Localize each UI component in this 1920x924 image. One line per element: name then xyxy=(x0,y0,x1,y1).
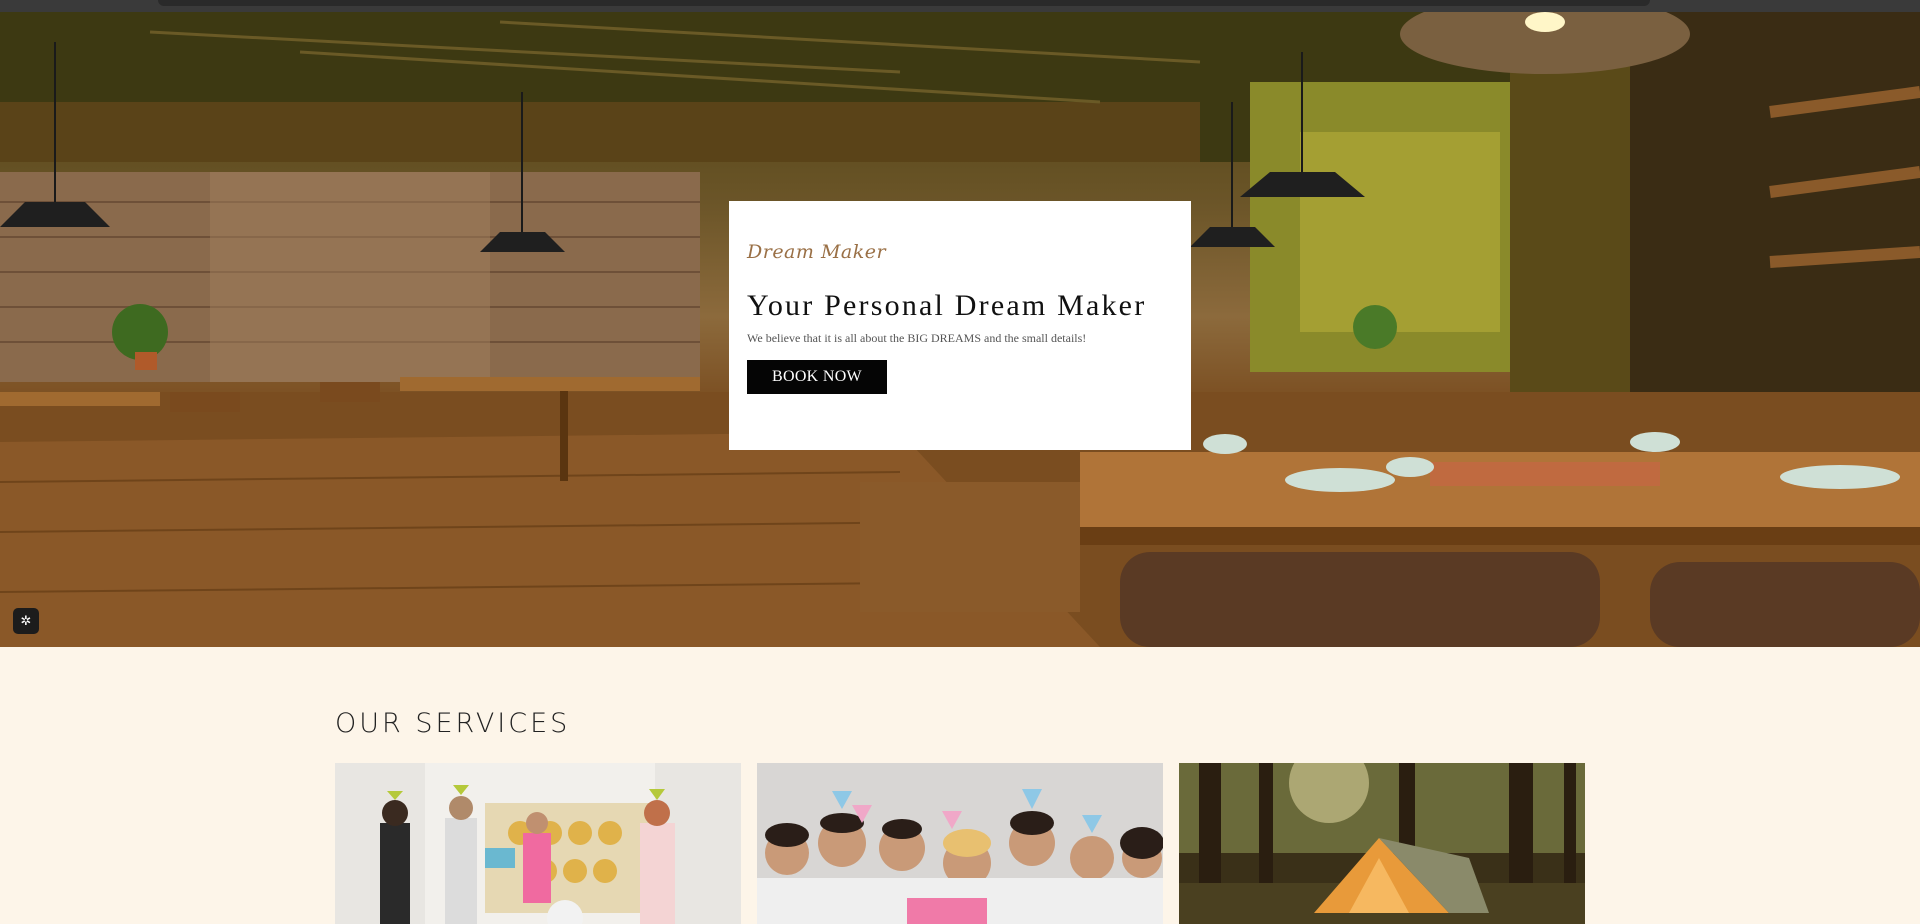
hero-headline: Your Personal Dream Maker xyxy=(747,289,1147,322)
services-title: OUR SERVICES xyxy=(335,708,571,739)
brand-logo: Dream Maker xyxy=(747,241,887,263)
hero-card: Dream Maker Your Personal Dream Maker We… xyxy=(729,201,1191,450)
forest-camping-photo xyxy=(1179,763,1585,924)
party-celebration-photo xyxy=(757,763,1163,924)
browser-top-bar xyxy=(0,0,1920,12)
hero-tagline: We believe that it is all about the BIG … xyxy=(747,331,1087,345)
service-card-party[interactable] xyxy=(757,763,1163,924)
hero-banner: Dream Maker Your Personal Dream Maker We… xyxy=(0,12,1920,647)
browser-tab-strip xyxy=(158,0,1650,6)
birthday-party-photo xyxy=(335,763,741,924)
service-card-birthday[interactable] xyxy=(335,763,741,924)
accessibility-icon: ✲ xyxy=(20,613,32,629)
accessibility-button[interactable]: ✲ xyxy=(13,608,39,634)
book-now-button[interactable]: BOOK NOW xyxy=(747,360,887,394)
service-card-camping[interactable] xyxy=(1179,763,1585,924)
